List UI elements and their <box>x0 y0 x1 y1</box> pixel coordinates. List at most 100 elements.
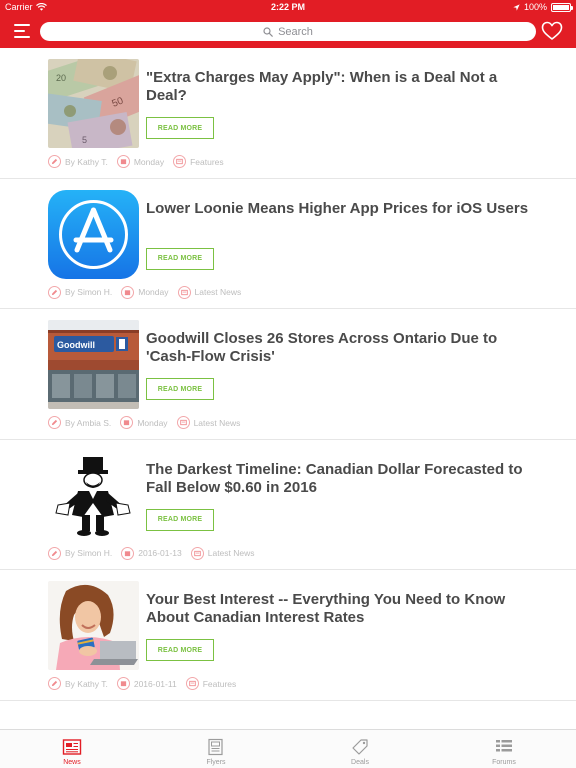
author-name: By Ambia S. <box>65 417 112 428</box>
article-meta: By Kathy T. Monday Features <box>48 155 233 168</box>
tab-forums[interactable]: Forums <box>432 730 576 768</box>
canadian-banknotes-image[interactable]: 50 20 5 <box>48 59 139 148</box>
article-title[interactable]: The Darkest Timeline: Canadian Dollar Fo… <box>146 461 536 497</box>
monopoly-man-illustration <box>48 450 139 540</box>
tab-deals[interactable]: Deals <box>288 730 432 768</box>
article-date: Monday <box>133 156 165 167</box>
svg-text:20: 20 <box>56 73 66 83</box>
category-meta[interactable]: Features <box>173 155 224 168</box>
storefront-sign-text: Goodwill <box>57 340 95 350</box>
read-more-button[interactable]: READ MORE <box>146 117 214 139</box>
article-title[interactable]: Lower Loonie Means Higher App Prices for… <box>146 200 536 218</box>
calendar-icon <box>121 546 135 560</box>
tab-flyers[interactable]: Flyers <box>144 730 288 768</box>
heart-icon <box>541 21 563 40</box>
category-meta[interactable]: Features <box>185 677 237 690</box>
author-name: By Simon H. <box>65 548 113 558</box>
battery-group: 100% <box>513 2 573 12</box>
article-category: Latest News <box>207 548 255 558</box>
woman-with-credit-card-laptop-image[interactable] <box>48 581 139 670</box>
category-icon <box>176 416 190 429</box>
search-icon <box>263 26 273 37</box>
date-meta: 2016-01-11 <box>116 677 177 690</box>
author-name: By Simon H. <box>65 287 113 297</box>
article-title[interactable]: Your Best Interest -- Everything You Nee… <box>146 591 536 627</box>
author-meta[interactable]: By Ambia S. <box>48 416 111 429</box>
article-meta: By Ambia S. Monday Latest News <box>48 416 249 429</box>
favorites-button[interactable] <box>541 21 563 41</box>
date-meta: Monday <box>120 416 168 429</box>
article-card[interactable]: 50 20 5 "Extra Charges May Apply": When … <box>0 48 576 179</box>
article-card[interactable]: The Darkest Timeline: Canadian Dollar Fo… <box>0 440 576 570</box>
status-bar: Carrier 2:22 PM 100% <box>0 0 576 14</box>
news-feed: 50 20 5 "Extra Charges May Apply": When … <box>0 48 576 701</box>
category-icon <box>173 155 187 168</box>
goodwill-storefront-image[interactable]: Goodwill <box>48 320 139 409</box>
tab-label: Flyers <box>206 759 226 766</box>
storefront-illustration: Goodwill <box>48 320 139 409</box>
tab-bar: News Flyers Deals Forums <box>0 729 576 768</box>
article-category: Features <box>202 678 237 689</box>
article-card[interactable]: Your Best Interest -- Everything You Nee… <box>0 570 576 701</box>
calendar-icon <box>116 155 130 168</box>
app-store-illustration <box>48 189 139 279</box>
author-meta[interactable]: By Simon H. <box>48 285 113 299</box>
clock: 2:22 PM <box>270 2 305 12</box>
menu-icon <box>14 24 30 38</box>
article-title[interactable]: Goodwill Closes 26 Stores Across Ontario… <box>146 330 536 366</box>
article-meta: By Simon H. Monday Latest News <box>48 285 250 299</box>
app-screen: Carrier 2:22 PM 100% Search 50 20 5 "Ext… <box>0 0 576 768</box>
article-category: Features <box>190 156 224 167</box>
article-card[interactable]: Lower Loonie Means Higher App Prices for… <box>0 179 576 309</box>
category-meta[interactable]: Latest News <box>190 546 255 560</box>
article-meta: By Simon H. 2016-01-13 Latest News <box>48 546 264 560</box>
search-input[interactable]: Search <box>40 22 536 41</box>
article-title[interactable]: "Extra Charges May Apply": When is a Dea… <box>146 69 536 105</box>
article-date: Monday <box>137 417 168 428</box>
author-meta[interactable]: By Kathy T. <box>48 155 108 168</box>
category-icon <box>177 285 191 299</box>
search-placeholder: Search <box>278 25 313 38</box>
article-category: Latest News <box>194 287 242 297</box>
price-tag-icon <box>352 739 368 755</box>
banknotes-illustration: 50 20 5 <box>48 59 139 148</box>
pencil-icon <box>48 677 61 690</box>
newspaper-icon <box>62 739 82 755</box>
pencil-icon <box>48 155 61 168</box>
woman-laptop-illustration <box>48 581 139 670</box>
category-icon <box>190 546 204 560</box>
pencil-icon <box>48 416 61 429</box>
article-meta: By Kathy T. 2016-01-11 Features <box>48 677 245 690</box>
flyers-icon <box>208 738 223 756</box>
author-meta[interactable]: By Simon H. <box>48 546 113 560</box>
date-meta: Monday <box>121 285 169 299</box>
read-more-button[interactable]: READ MORE <box>146 378 214 400</box>
category-meta[interactable]: Latest News <box>176 416 241 429</box>
article-category: Latest News <box>193 417 241 428</box>
author-meta[interactable]: By Kathy T. <box>48 677 108 690</box>
tab-label: News <box>63 759 81 766</box>
tab-label: Forums <box>492 759 516 766</box>
date-meta: 2016-01-13 <box>121 546 182 560</box>
menu-button[interactable] <box>12 22 32 40</box>
tab-news[interactable]: News <box>0 730 144 768</box>
battery-icon <box>551 2 573 12</box>
article-date: Monday <box>138 287 169 297</box>
article-card[interactable]: Goodwill Goodwill Closes 26 Stores Acros… <box>0 309 576 440</box>
read-more-button[interactable]: READ MORE <box>146 639 214 661</box>
date-meta: Monday <box>116 155 165 168</box>
article-date: 2016-01-11 <box>133 678 177 689</box>
monopoly-man-empty-pockets-image[interactable] <box>48 450 139 540</box>
calendar-icon <box>121 285 135 299</box>
forums-list-icon <box>496 740 512 752</box>
battery-percent: 100% <box>523 2 547 12</box>
article-date: 2016-01-13 <box>138 548 182 558</box>
read-more-button[interactable]: READ MORE <box>146 247 214 270</box>
app-store-icon[interactable] <box>48 189 139 279</box>
nav-bar: Search <box>0 14 576 48</box>
calendar-icon <box>120 416 134 429</box>
pencil-icon <box>48 546 61 560</box>
svg-text:5: 5 <box>82 135 87 145</box>
category-meta[interactable]: Latest News <box>177 285 242 299</box>
read-more-button[interactable]: READ MORE <box>146 508 214 531</box>
